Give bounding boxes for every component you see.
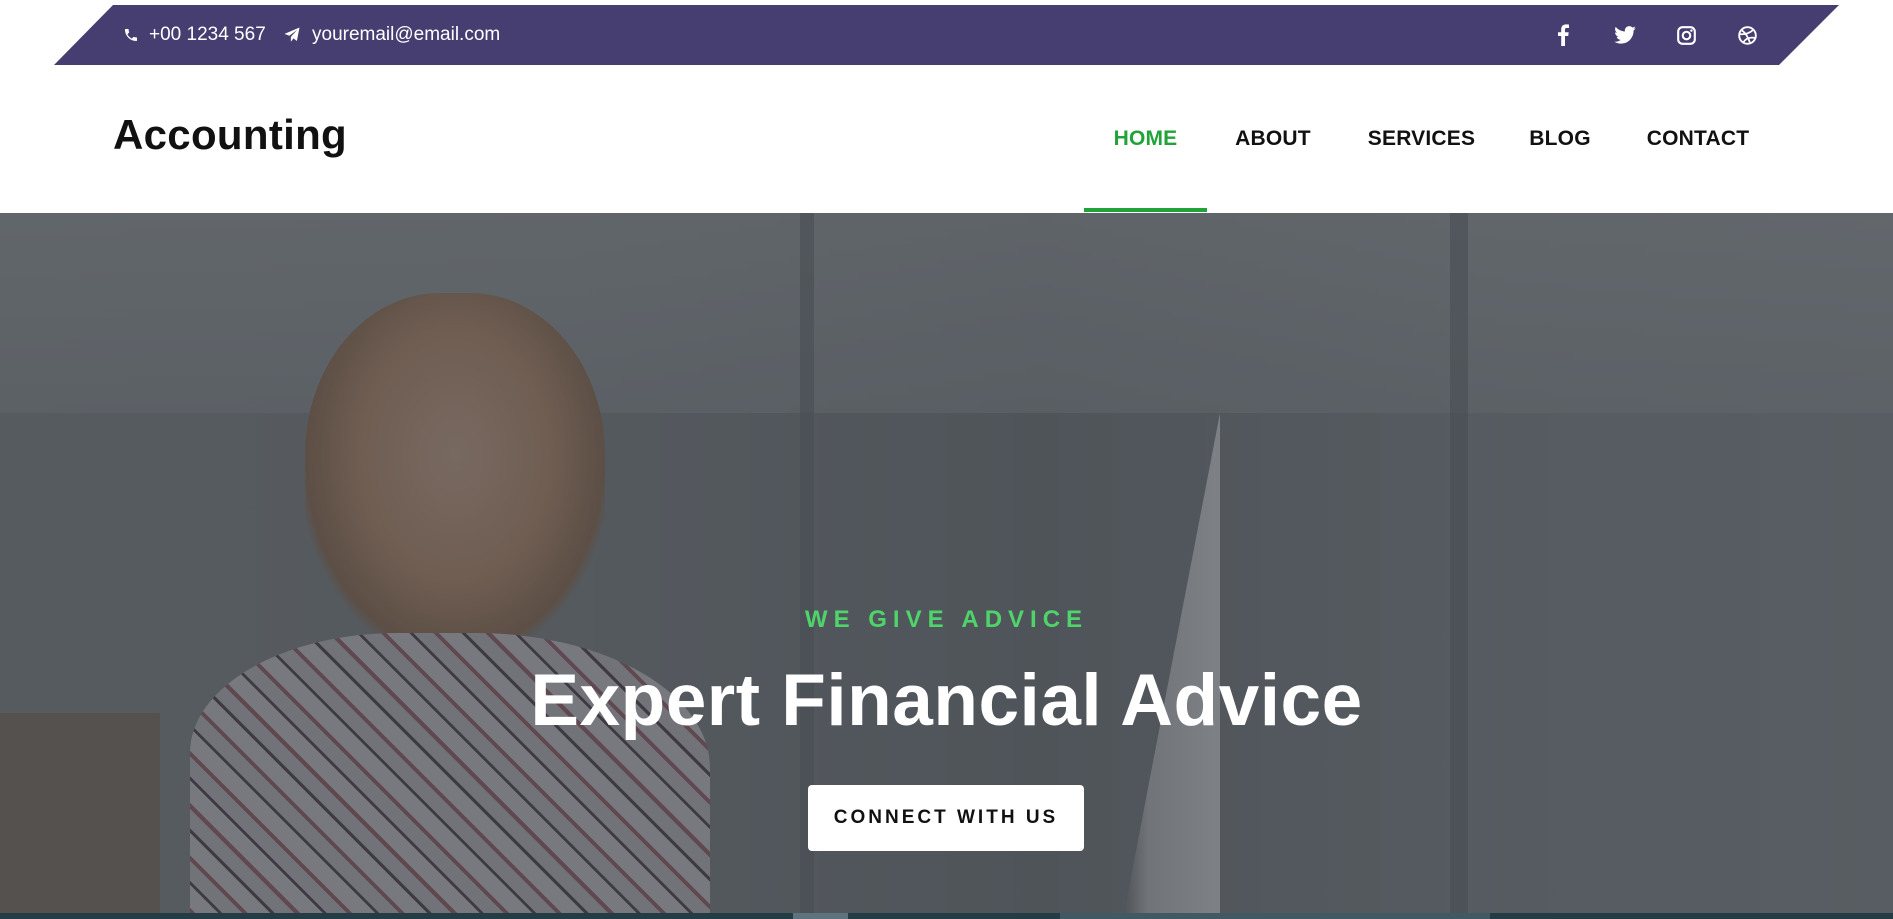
- facebook-link[interactable]: [1547, 5, 1579, 65]
- nav-item-about[interactable]: ABOUT: [1224, 65, 1322, 213]
- scroll-indicator: [793, 913, 848, 919]
- hero-eyebrow: WE GIVE ADVICE: [804, 606, 1089, 633]
- email-contact[interactable]: youremail@email.com: [282, 5, 500, 65]
- connect-button[interactable]: CONNECT WITH US: [808, 785, 1084, 851]
- topbar-wrapper: +00 1234 567 youremail@email.com: [0, 0, 1893, 65]
- nav-item-blog[interactable]: BLOG: [1521, 65, 1599, 213]
- instagram-icon: [1676, 25, 1697, 46]
- dribbble-link[interactable]: [1731, 5, 1763, 65]
- main-header: Accounting HOME ABOUT SERVICES BLOG CONT…: [0, 65, 1893, 213]
- paper-plane-icon: [282, 26, 302, 44]
- hero-section: WE GIVE ADVICE Expert Financial Advice C…: [0, 213, 1893, 913]
- active-nav-indicator: [1084, 208, 1207, 212]
- topbar: +00 1234 567 youremail@email.com: [54, 5, 1839, 65]
- twitter-link[interactable]: [1609, 5, 1641, 65]
- hero-content: WE GIVE ADVICE Expert Financial Advice C…: [0, 213, 1893, 913]
- facebook-icon: [1556, 24, 1570, 46]
- site-logo[interactable]: Accounting: [113, 111, 347, 159]
- phone-contact[interactable]: +00 1234 567: [123, 5, 266, 65]
- dribbble-icon: [1737, 25, 1758, 46]
- hero-title: Expert Financial Advice: [530, 660, 1363, 741]
- phone-number: +00 1234 567: [149, 24, 266, 45]
- twitter-icon: [1614, 26, 1636, 44]
- bottom-strip: [0, 913, 1893, 919]
- nav-item-services[interactable]: SERVICES: [1360, 65, 1483, 213]
- instagram-link[interactable]: [1670, 5, 1702, 65]
- nav-item-contact[interactable]: CONTACT: [1638, 65, 1758, 213]
- phone-icon: [123, 27, 139, 43]
- email-address: youremail@email.com: [312, 24, 501, 45]
- scroll-indicator: [1060, 913, 1490, 919]
- nav-item-home[interactable]: HOME: [1084, 65, 1207, 213]
